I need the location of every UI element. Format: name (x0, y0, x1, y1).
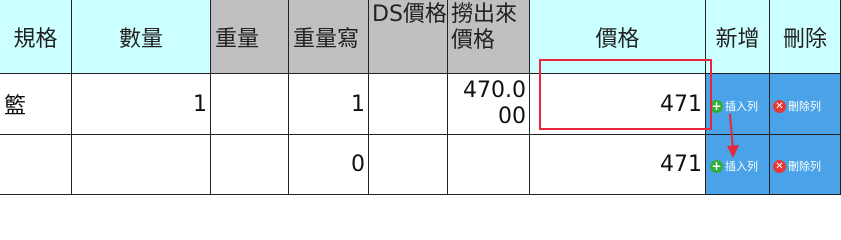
price-highlight-box (539, 59, 712, 130)
row1-delete-row-button[interactable]: ✕ 刪除列 (773, 98, 821, 114)
row2-spec-cell[interactable] (0, 135, 72, 195)
row1-delete-cell: ✕ 刪除列 (770, 74, 841, 135)
header-add: 新增 (706, 0, 770, 74)
row2-pull-price-cell[interactable] (448, 135, 530, 195)
row1-spec-cell[interactable]: 籃 (0, 74, 72, 135)
header-quantity: 數量 (72, 0, 211, 74)
x-circle-icon: ✕ (773, 99, 786, 113)
annotation-arrow-icon (727, 113, 739, 158)
header-spec: 規格 (0, 0, 72, 74)
header-ds-price: DS價格 (369, 0, 448, 74)
x-circle-icon: ✕ (773, 159, 786, 173)
header-pull-price: 撈出來價格 (448, 0, 530, 74)
row1-quantity-cell[interactable]: 1 (72, 74, 211, 135)
header-weight-write: 重量寫 (289, 0, 369, 74)
row2-weight-write-cell[interactable]: 0 (289, 135, 369, 195)
row1-weight-write-cell[interactable]: 1 (289, 74, 369, 135)
row2-quantity-cell[interactable] (72, 135, 211, 195)
header-weight: 重量 (211, 0, 289, 74)
row2-delete-cell: ✕ 刪除列 (770, 135, 841, 195)
delete-row-label: 刪除列 (788, 160, 821, 173)
row2-delete-row-button[interactable]: ✕ 刪除列 (773, 158, 821, 174)
row1-pull-price-cell[interactable]: 470.000 (448, 74, 530, 135)
row1-ds-price-cell[interactable] (369, 74, 448, 135)
header-delete: 刪除 (770, 0, 841, 74)
spreadsheet-grid: 規格 數量 重量 重量寫 DS價格 撈出來價格 價格 新增 刪除 籃 1 1 4… (0, 0, 841, 207)
delete-row-label: 刪除列 (788, 100, 821, 113)
row2-price-cell[interactable]: 471 (530, 135, 706, 195)
row2-ds-price-cell[interactable] (369, 135, 448, 195)
row2-weight-cell[interactable] (211, 135, 289, 195)
row1-weight-cell[interactable] (211, 74, 289, 135)
